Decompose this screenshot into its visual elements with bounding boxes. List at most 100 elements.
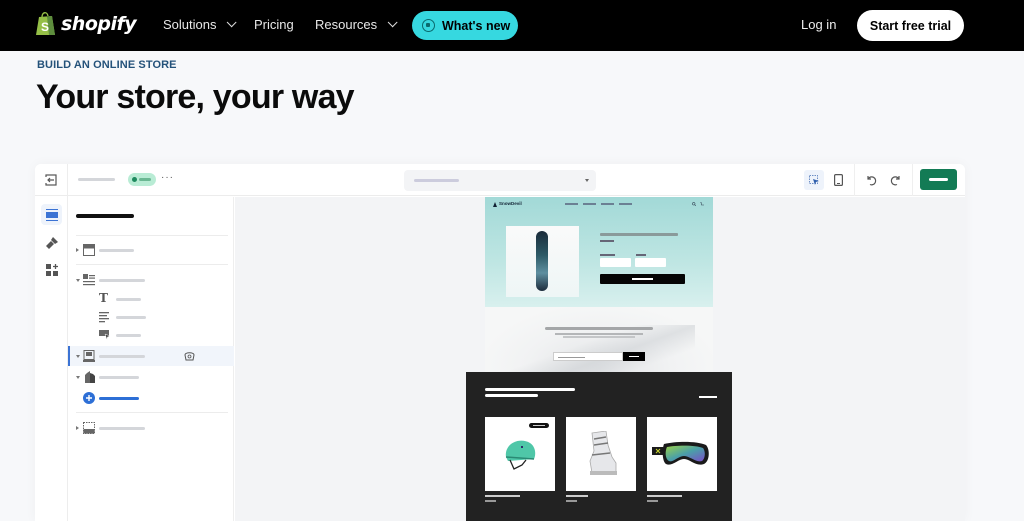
tree-item-footer[interactable] [68, 418, 234, 438]
tree-item-text[interactable] [68, 307, 234, 327]
sale-badge [529, 423, 549, 428]
product-card-helmet[interactable] [485, 417, 555, 491]
newsletter-subtext-placeholder [555, 333, 643, 335]
tree-label-placeholder [99, 376, 139, 379]
store-name: SnowDevil [499, 201, 522, 206]
more-actions-button[interactable]: ··· [161, 172, 174, 183]
expand-arrow-icon [76, 248, 79, 252]
preview-canvas: SnowDevil [235, 197, 965, 521]
product-price-placeholder [647, 500, 658, 502]
add-to-cart-button[interactable] [600, 274, 685, 284]
tree-label-placeholder [99, 427, 145, 430]
sections-panel: T [68, 197, 234, 521]
tree-label-placeholder [116, 298, 141, 301]
newsletter-heading-placeholder [545, 327, 653, 330]
eyebrow-label: BUILD AN ONLINE STORE [37, 59, 177, 71]
save-label-placeholder [929, 178, 948, 181]
store-nav-link [601, 203, 614, 205]
view-all-link[interactable] [699, 396, 717, 398]
chevron-down-icon [227, 17, 238, 28]
product-price-placeholder [600, 240, 614, 242]
store-cart-icon [700, 202, 704, 206]
tree-label-placeholder [99, 279, 145, 282]
product-title-placeholder [485, 495, 520, 497]
newsletter-section[interactable] [485, 307, 713, 372]
svg-text:S: S [41, 20, 49, 34]
helmet-image [505, 440, 536, 470]
caret-down-icon [585, 179, 589, 182]
nav-pricing[interactable]: Pricing [254, 17, 294, 32]
tree-item-image-banner[interactable] [68, 270, 234, 290]
add-to-cart-label-placeholder [632, 278, 653, 280]
redo-icon[interactable] [886, 170, 906, 190]
product-card-ski-boot[interactable] [566, 417, 636, 491]
snowboard-image [536, 231, 548, 291]
start-free-trial-button[interactable]: Start free trial [857, 10, 964, 41]
add-block-label-placeholder [99, 397, 139, 400]
inspector-icon[interactable] [804, 170, 824, 190]
lock-badge-icon [422, 19, 435, 32]
nav-resources[interactable]: Resources [315, 17, 398, 32]
theme-editor-mockup: ··· T SnowDevil [35, 164, 965, 521]
tree-item-heading[interactable]: T [68, 289, 234, 309]
expand-arrow-icon [76, 426, 79, 430]
quantity-stepper[interactable] [635, 258, 666, 267]
store-nav-link [619, 203, 632, 205]
nav-solutions[interactable]: Solutions [163, 17, 238, 32]
save-button[interactable] [920, 169, 957, 190]
collection-subheading-placeholder [485, 394, 538, 397]
newsletter-subtext-placeholder [563, 336, 635, 338]
brand-wordmark: shopify [61, 12, 137, 35]
tree-item-button[interactable] [68, 325, 234, 345]
heading-icon: T [99, 291, 108, 305]
featured-product-section[interactable]: SnowDevil [485, 197, 713, 307]
page-selector[interactable] [404, 170, 596, 191]
sections-icon[interactable] [41, 204, 62, 225]
option-label-placeholder [600, 254, 615, 256]
shopify-logo[interactable]: S shopify [35, 11, 137, 36]
app-blocks-icon[interactable] [41, 259, 62, 280]
tree-item-product[interactable] [68, 367, 234, 387]
page-selector-value [414, 179, 459, 182]
product-card-goggles[interactable] [647, 417, 717, 491]
featured-collection-section[interactable] [466, 372, 732, 521]
theme-settings-icon[interactable] [41, 232, 62, 253]
store-logo-icon [493, 202, 497, 207]
toolbar-divider [854, 164, 855, 196]
product-title-placeholder [647, 495, 682, 497]
status-badge [128, 173, 156, 186]
toolbar-divider [912, 164, 913, 196]
page-title: Your store, your way [36, 78, 355, 116]
panel-divider [76, 264, 228, 265]
store-nav-link [583, 203, 596, 205]
badge-label-placeholder [533, 425, 545, 426]
whats-new-button[interactable]: What's new [412, 11, 518, 40]
hide-section-icon[interactable] [184, 351, 195, 361]
collapse-arrow-icon [76, 376, 80, 379]
product-image [506, 226, 579, 297]
theme-name-placeholder [78, 178, 115, 181]
add-block-button[interactable] [68, 388, 234, 408]
quantity-label-placeholder [636, 254, 646, 256]
product-title-placeholder [566, 495, 588, 497]
featured-product-icon [83, 350, 95, 362]
login-link[interactable]: Log in [801, 17, 836, 32]
tree-label-placeholder [116, 334, 141, 337]
mobile-preview-icon[interactable] [828, 170, 848, 190]
email-field[interactable] [553, 352, 623, 361]
subscribe-button[interactable] [623, 352, 645, 361]
status-dot [132, 177, 137, 182]
goggles-image [652, 441, 709, 465]
collection-heading-placeholder [485, 388, 575, 391]
tree-label-placeholder [99, 249, 134, 252]
tree-item-header[interactable] [68, 240, 234, 260]
header-icon [83, 244, 95, 256]
variant-select[interactable] [600, 258, 631, 267]
nav-resources-label: Resources [315, 17, 378, 32]
panel-divider [76, 412, 228, 413]
ski-boot-image [589, 431, 617, 475]
tree-item-featured-product[interactable] [68, 346, 234, 366]
exit-icon[interactable] [41, 170, 61, 190]
subscribe-label-placeholder [629, 356, 639, 357]
undo-icon[interactable] [861, 170, 881, 190]
